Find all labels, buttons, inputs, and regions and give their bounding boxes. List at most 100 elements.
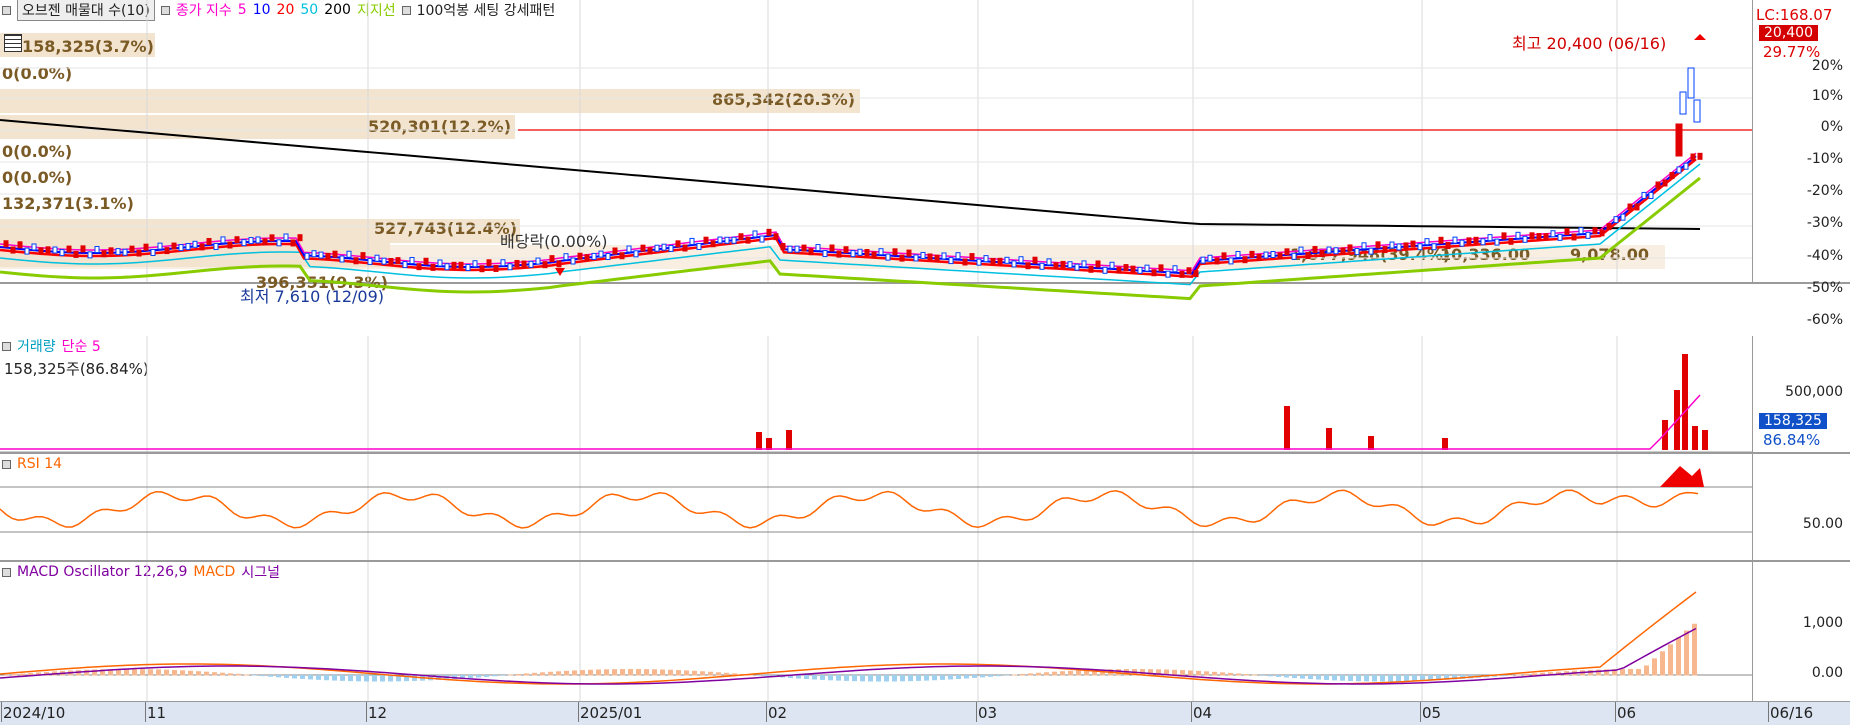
volume-axis[interactable]: 500,000 158,325 86.84% (1752, 336, 1850, 454)
volume-bar (756, 432, 762, 450)
candle (150, 249, 156, 257)
macd-histogram-bar (588, 669, 593, 676)
rsi-axis[interactable]: 50.00 (1752, 454, 1850, 562)
candle (689, 237, 695, 245)
candle (24, 247, 30, 255)
tick-m50: -50% (1806, 280, 1843, 296)
volume-bar (1284, 406, 1290, 450)
rsi-panel[interactable]: RSI 14 (0, 454, 1844, 562)
tick-10: 10% (1811, 88, 1843, 104)
candle (17, 241, 23, 249)
macd-histogram-bar (668, 669, 673, 676)
candle (325, 252, 331, 260)
date-axis[interactable]: 2024/10 11 12 2025/01 02 03 04 05 06 06/… (0, 701, 1850, 725)
candle (773, 233, 779, 241)
macd-histogram-bar (188, 670, 193, 676)
volume-pct-label: 86.84% (1763, 431, 1821, 449)
candle (738, 233, 744, 241)
date-label-2025-01: 2025/01 (577, 702, 643, 722)
candle (654, 244, 660, 252)
candle (1095, 260, 1101, 268)
candle-recent (1675, 123, 1683, 157)
macd-histogram-bar (500, 675, 505, 676)
macd-histogram-bar (412, 675, 417, 681)
macd-histogram-bar (372, 675, 377, 682)
macd-histogram-bar (1260, 675, 1265, 676)
candle (514, 259, 520, 267)
candle (1697, 152, 1703, 160)
candle (640, 244, 646, 252)
candle (1298, 246, 1304, 254)
candle (1123, 264, 1129, 272)
macd-histogram-bar (140, 669, 145, 676)
candle (1270, 250, 1276, 258)
candle (332, 250, 338, 258)
macd-histogram-bar (868, 675, 873, 682)
candle (703, 236, 709, 244)
macd-histogram-bar (1356, 675, 1361, 682)
candle (381, 257, 387, 265)
macd-histogram-bar (644, 669, 649, 676)
candle (269, 234, 275, 242)
candle (927, 253, 933, 261)
macd-histogram-bar (1228, 672, 1233, 676)
candle (493, 264, 499, 272)
macd-histogram-bar (268, 675, 273, 677)
candle (1627, 203, 1633, 211)
candle (948, 257, 954, 265)
candle (1508, 237, 1514, 245)
volume-panel[interactable]: 거래량 단순 5 158,325주(86.84%) (0, 336, 1844, 454)
candle (717, 236, 723, 244)
candle-recent (1679, 91, 1687, 115)
macd-histogram-bar (164, 669, 169, 676)
candle (584, 254, 590, 262)
macd-histogram-bar (580, 670, 585, 676)
candle (1487, 234, 1493, 242)
candle (1221, 252, 1227, 260)
candle (605, 253, 611, 261)
candle (1305, 252, 1311, 260)
macd-histogram-bar (1524, 673, 1529, 676)
macd-histogram-bar (1508, 674, 1513, 676)
candle (549, 255, 555, 263)
macd-histogram-bar (676, 670, 681, 676)
candle (507, 263, 513, 271)
candle (1648, 192, 1654, 200)
macd-histogram-bar (244, 674, 249, 676)
macd-panel[interactable]: MACD Oscillator 12,26,9 MACD 시그널 (0, 562, 1844, 701)
macd-histogram-bar (1660, 651, 1665, 676)
macd-histogram-bar (980, 675, 985, 678)
candle (556, 260, 562, 268)
macd-histogram-bar (1620, 669, 1625, 676)
candle (1592, 227, 1598, 235)
candle (171, 242, 177, 250)
candle (409, 257, 415, 265)
price-axis[interactable]: LC:168.07 20,400 29.77% 20% 10% 0% -10% … (1752, 0, 1850, 328)
macd-histogram-bar (356, 675, 361, 682)
candle (101, 250, 107, 258)
candle (752, 230, 758, 238)
candle (1277, 252, 1283, 260)
candle (10, 246, 16, 254)
candle (990, 257, 996, 265)
tick-m30: -30% (1806, 215, 1843, 231)
price-panel[interactable]: 오브젠 매물대 수(10) 종가 지수 5 10 20 50 200 지지선 1… (0, 0, 1752, 306)
macd-tick-0: 0.00 (1811, 665, 1843, 681)
candle (542, 261, 548, 269)
rsi-tick-50: 50.00 (1802, 516, 1843, 532)
date-label-04: 04 (1190, 702, 1213, 722)
macd-axis[interactable]: 1,000 0.00 (1752, 562, 1850, 701)
macd-histogram-bar (4, 674, 9, 676)
candle (1235, 251, 1241, 259)
macd-histogram-bar (132, 669, 137, 676)
candle (1172, 265, 1178, 273)
candle (178, 244, 184, 252)
candle (1207, 254, 1213, 262)
macd-histogram-bar (1300, 675, 1305, 679)
candle (1662, 179, 1668, 187)
candle (241, 239, 247, 247)
candle (1564, 228, 1570, 236)
candle (1606, 223, 1612, 231)
candle (1613, 216, 1619, 224)
macd-histogram-bar (1652, 658, 1657, 676)
